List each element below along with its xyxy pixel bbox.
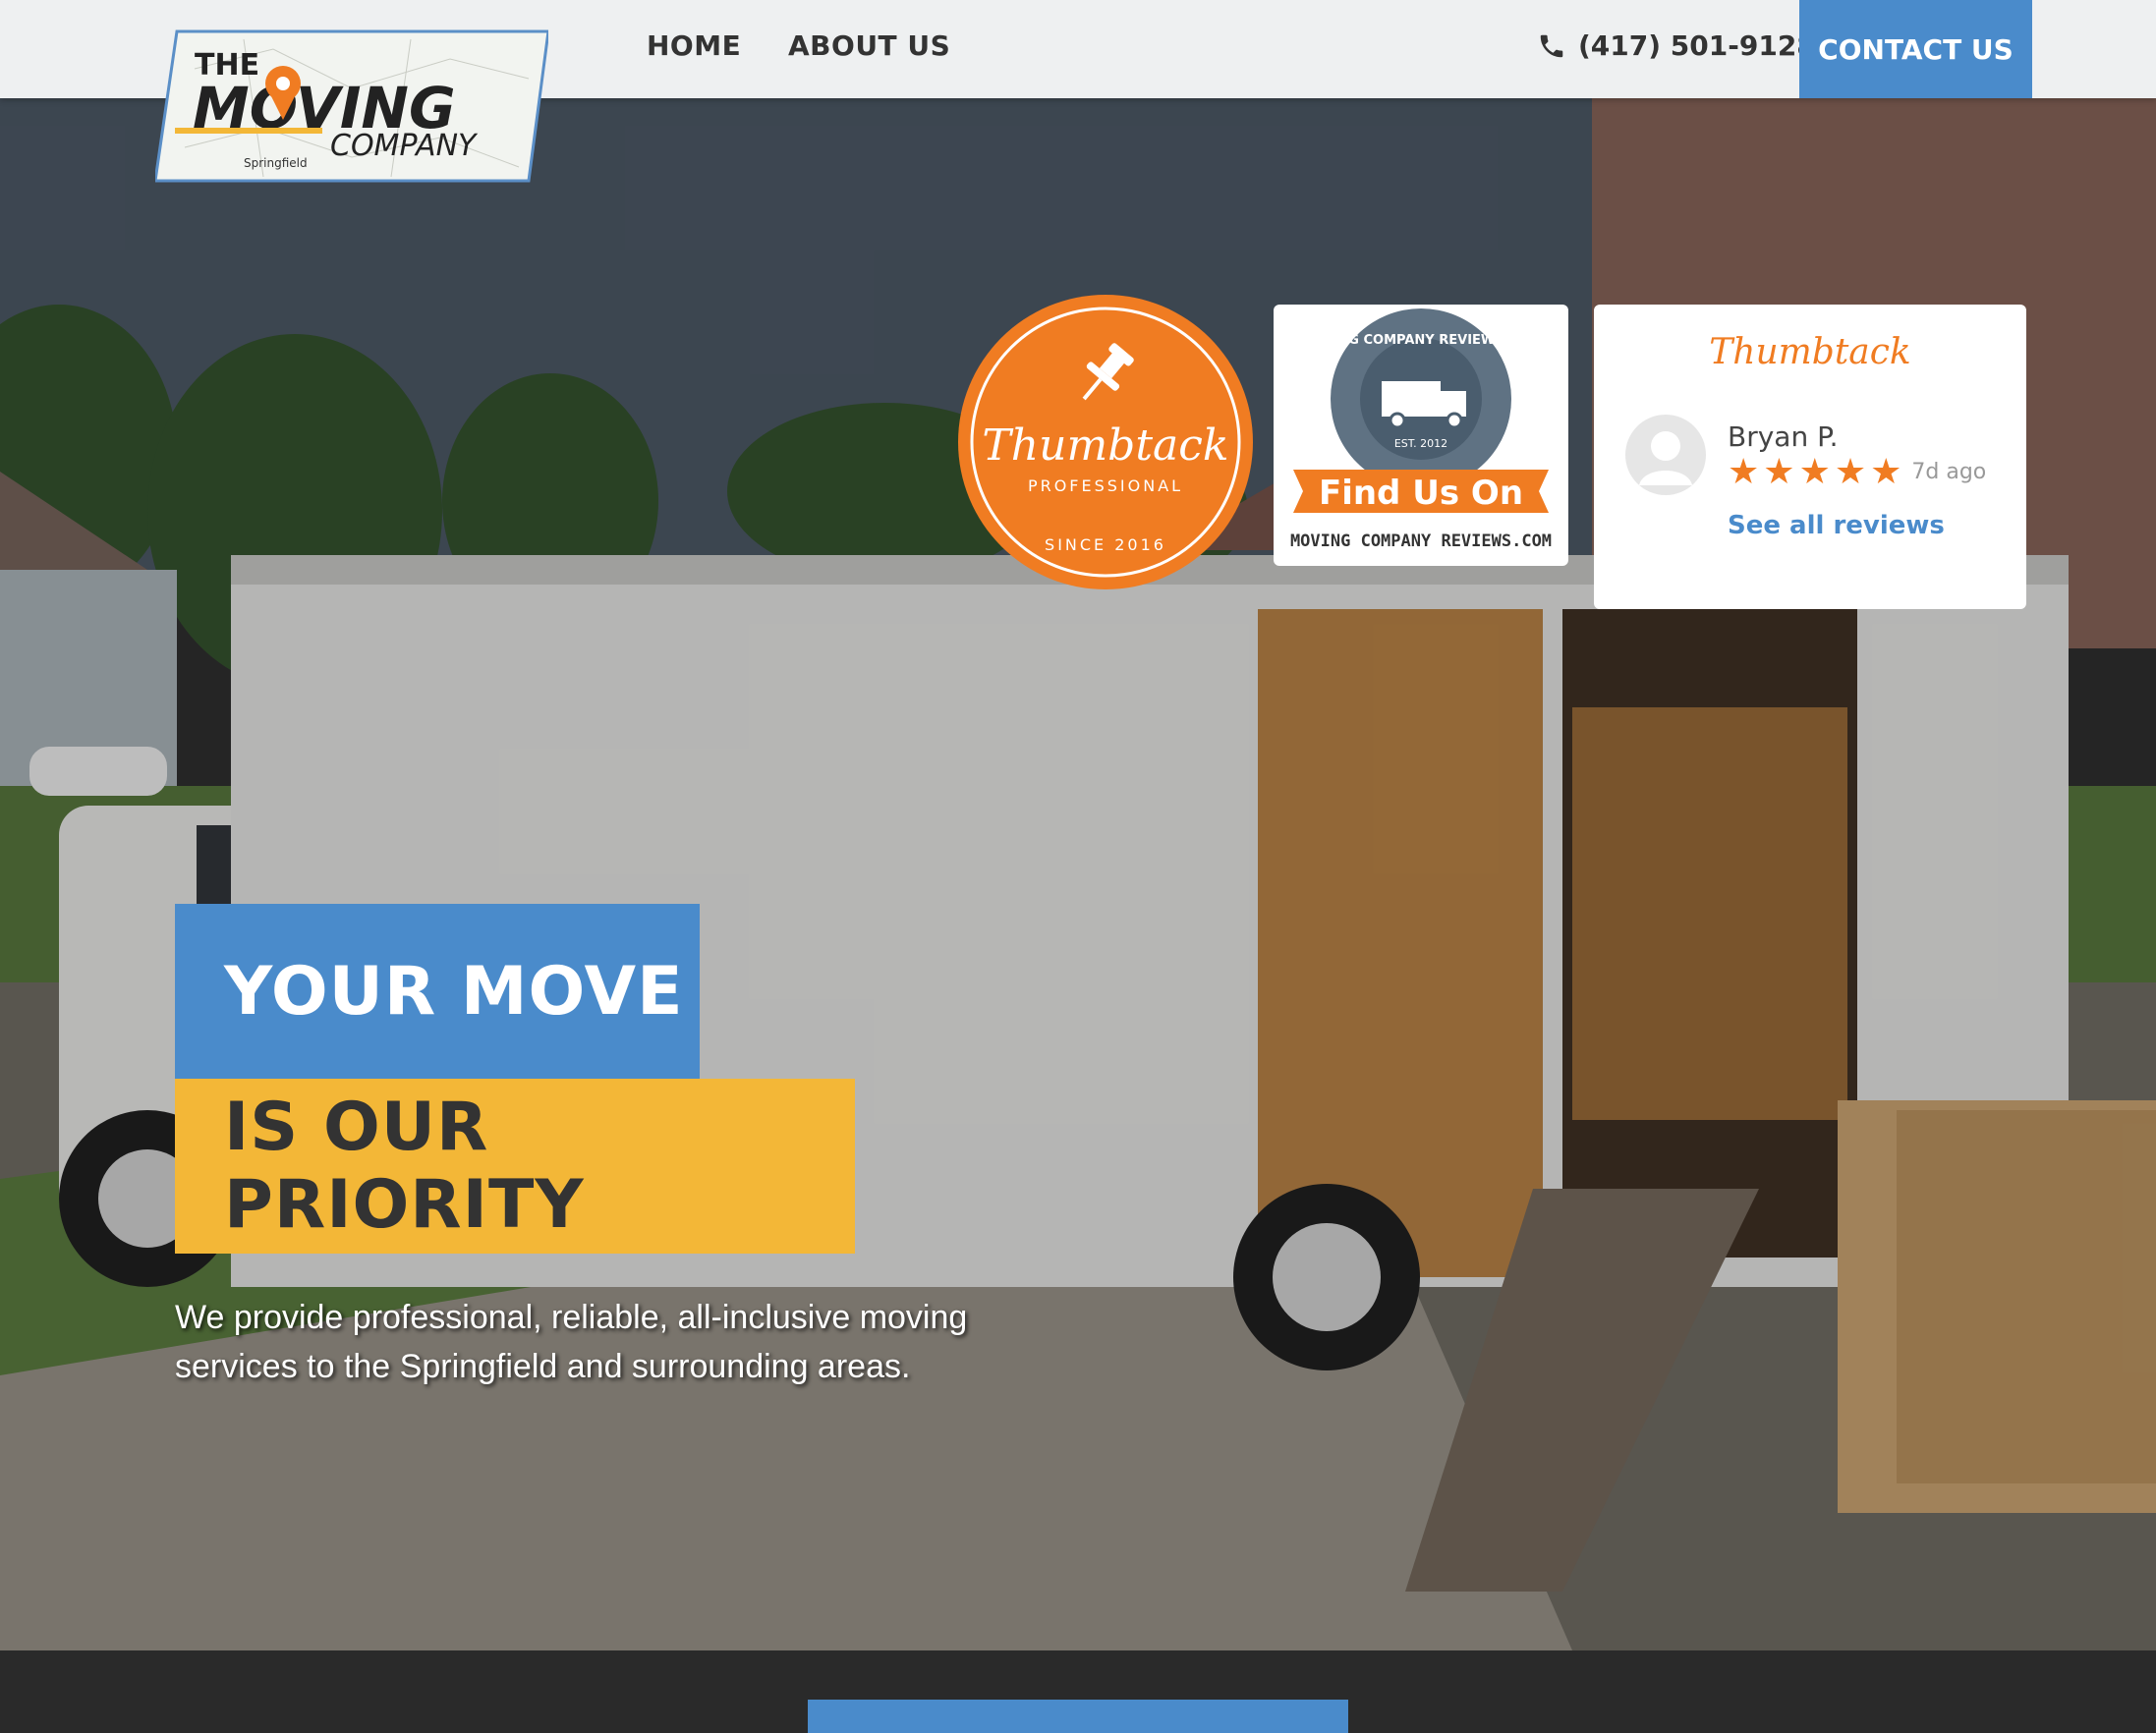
svg-text:Find Us On: Find Us On bbox=[1319, 474, 1523, 513]
star-icon: ★ bbox=[1834, 451, 1867, 491]
star-icon: ★ bbox=[1763, 451, 1795, 491]
star-icon: ★ bbox=[1870, 451, 1902, 491]
bottom-cta-button[interactable] bbox=[808, 1700, 1348, 1733]
phone-icon bbox=[1540, 34, 1563, 57]
svg-text:SINCE 2016: SINCE 2016 bbox=[1045, 535, 1166, 554]
thumbtack-wordmark: Thumbtack bbox=[1709, 332, 1911, 372]
phone-number[interactable]: (417) 501-9128 bbox=[1537, 29, 1816, 62]
phone-text: (417) 501-9128 bbox=[1578, 29, 1816, 62]
svg-text:COMPANY: COMPANY bbox=[330, 129, 479, 163]
see-all-reviews-link[interactable]: See all reviews bbox=[1728, 511, 1945, 540]
headline-our-priority: IS OUR PRIORITY bbox=[175, 1079, 855, 1254]
thumbtack-professional-badge[interactable]: Thumbtack PROFESSIONAL SINCE 2016 bbox=[958, 295, 1253, 589]
star-rating: ★ ★ ★ ★ ★ 7d ago bbox=[1728, 452, 1986, 491]
svg-text:MOVING COMPANY REVIEWS.COM: MOVING COMPANY REVIEWS.COM bbox=[1300, 333, 1542, 348]
svg-text:EST. 2012: EST. 2012 bbox=[1394, 437, 1447, 450]
svg-text:Springfield: Springfield bbox=[244, 156, 308, 170]
nav-about-us[interactable]: ABOUT US bbox=[788, 29, 950, 62]
review-card: Thumbtack Bryan P. ★ ★ ★ ★ ★ 7d ago See … bbox=[1594, 305, 2026, 609]
svg-text:Thumbtack: Thumbtack bbox=[982, 420, 1228, 471]
svg-text:PROFESSIONAL: PROFESSIONAL bbox=[1028, 476, 1183, 495]
nav-home[interactable]: HOME bbox=[647, 29, 741, 62]
svg-text:MOVING COMPANY REVIEWS.COM: MOVING COMPANY REVIEWS.COM bbox=[1290, 531, 1552, 551]
star-icon: ★ bbox=[1728, 451, 1760, 491]
company-logo[interactable]: THE MOVING COMPANY Springfield bbox=[155, 29, 548, 183]
moving-company-reviews-badge[interactable]: MOVING COMPANY REVIEWS.COM EST. 2012 Fin… bbox=[1274, 305, 1568, 566]
avatar bbox=[1625, 415, 1706, 495]
reviewer-name: Bryan P. bbox=[1728, 420, 1839, 453]
hero-tagline: We provide professional, reliable, all-i… bbox=[175, 1299, 968, 1385]
review-time: 7d ago bbox=[1911, 459, 1987, 484]
contact-us-button[interactable]: CONTACT US bbox=[1799, 0, 2032, 98]
star-icon: ★ bbox=[1798, 451, 1831, 491]
hero-section: Thumbtack PROFESSIONAL SINCE 2016 MOVING… bbox=[0, 98, 2156, 1650]
headline-your-move: YOUR MOVE bbox=[175, 904, 700, 1079]
